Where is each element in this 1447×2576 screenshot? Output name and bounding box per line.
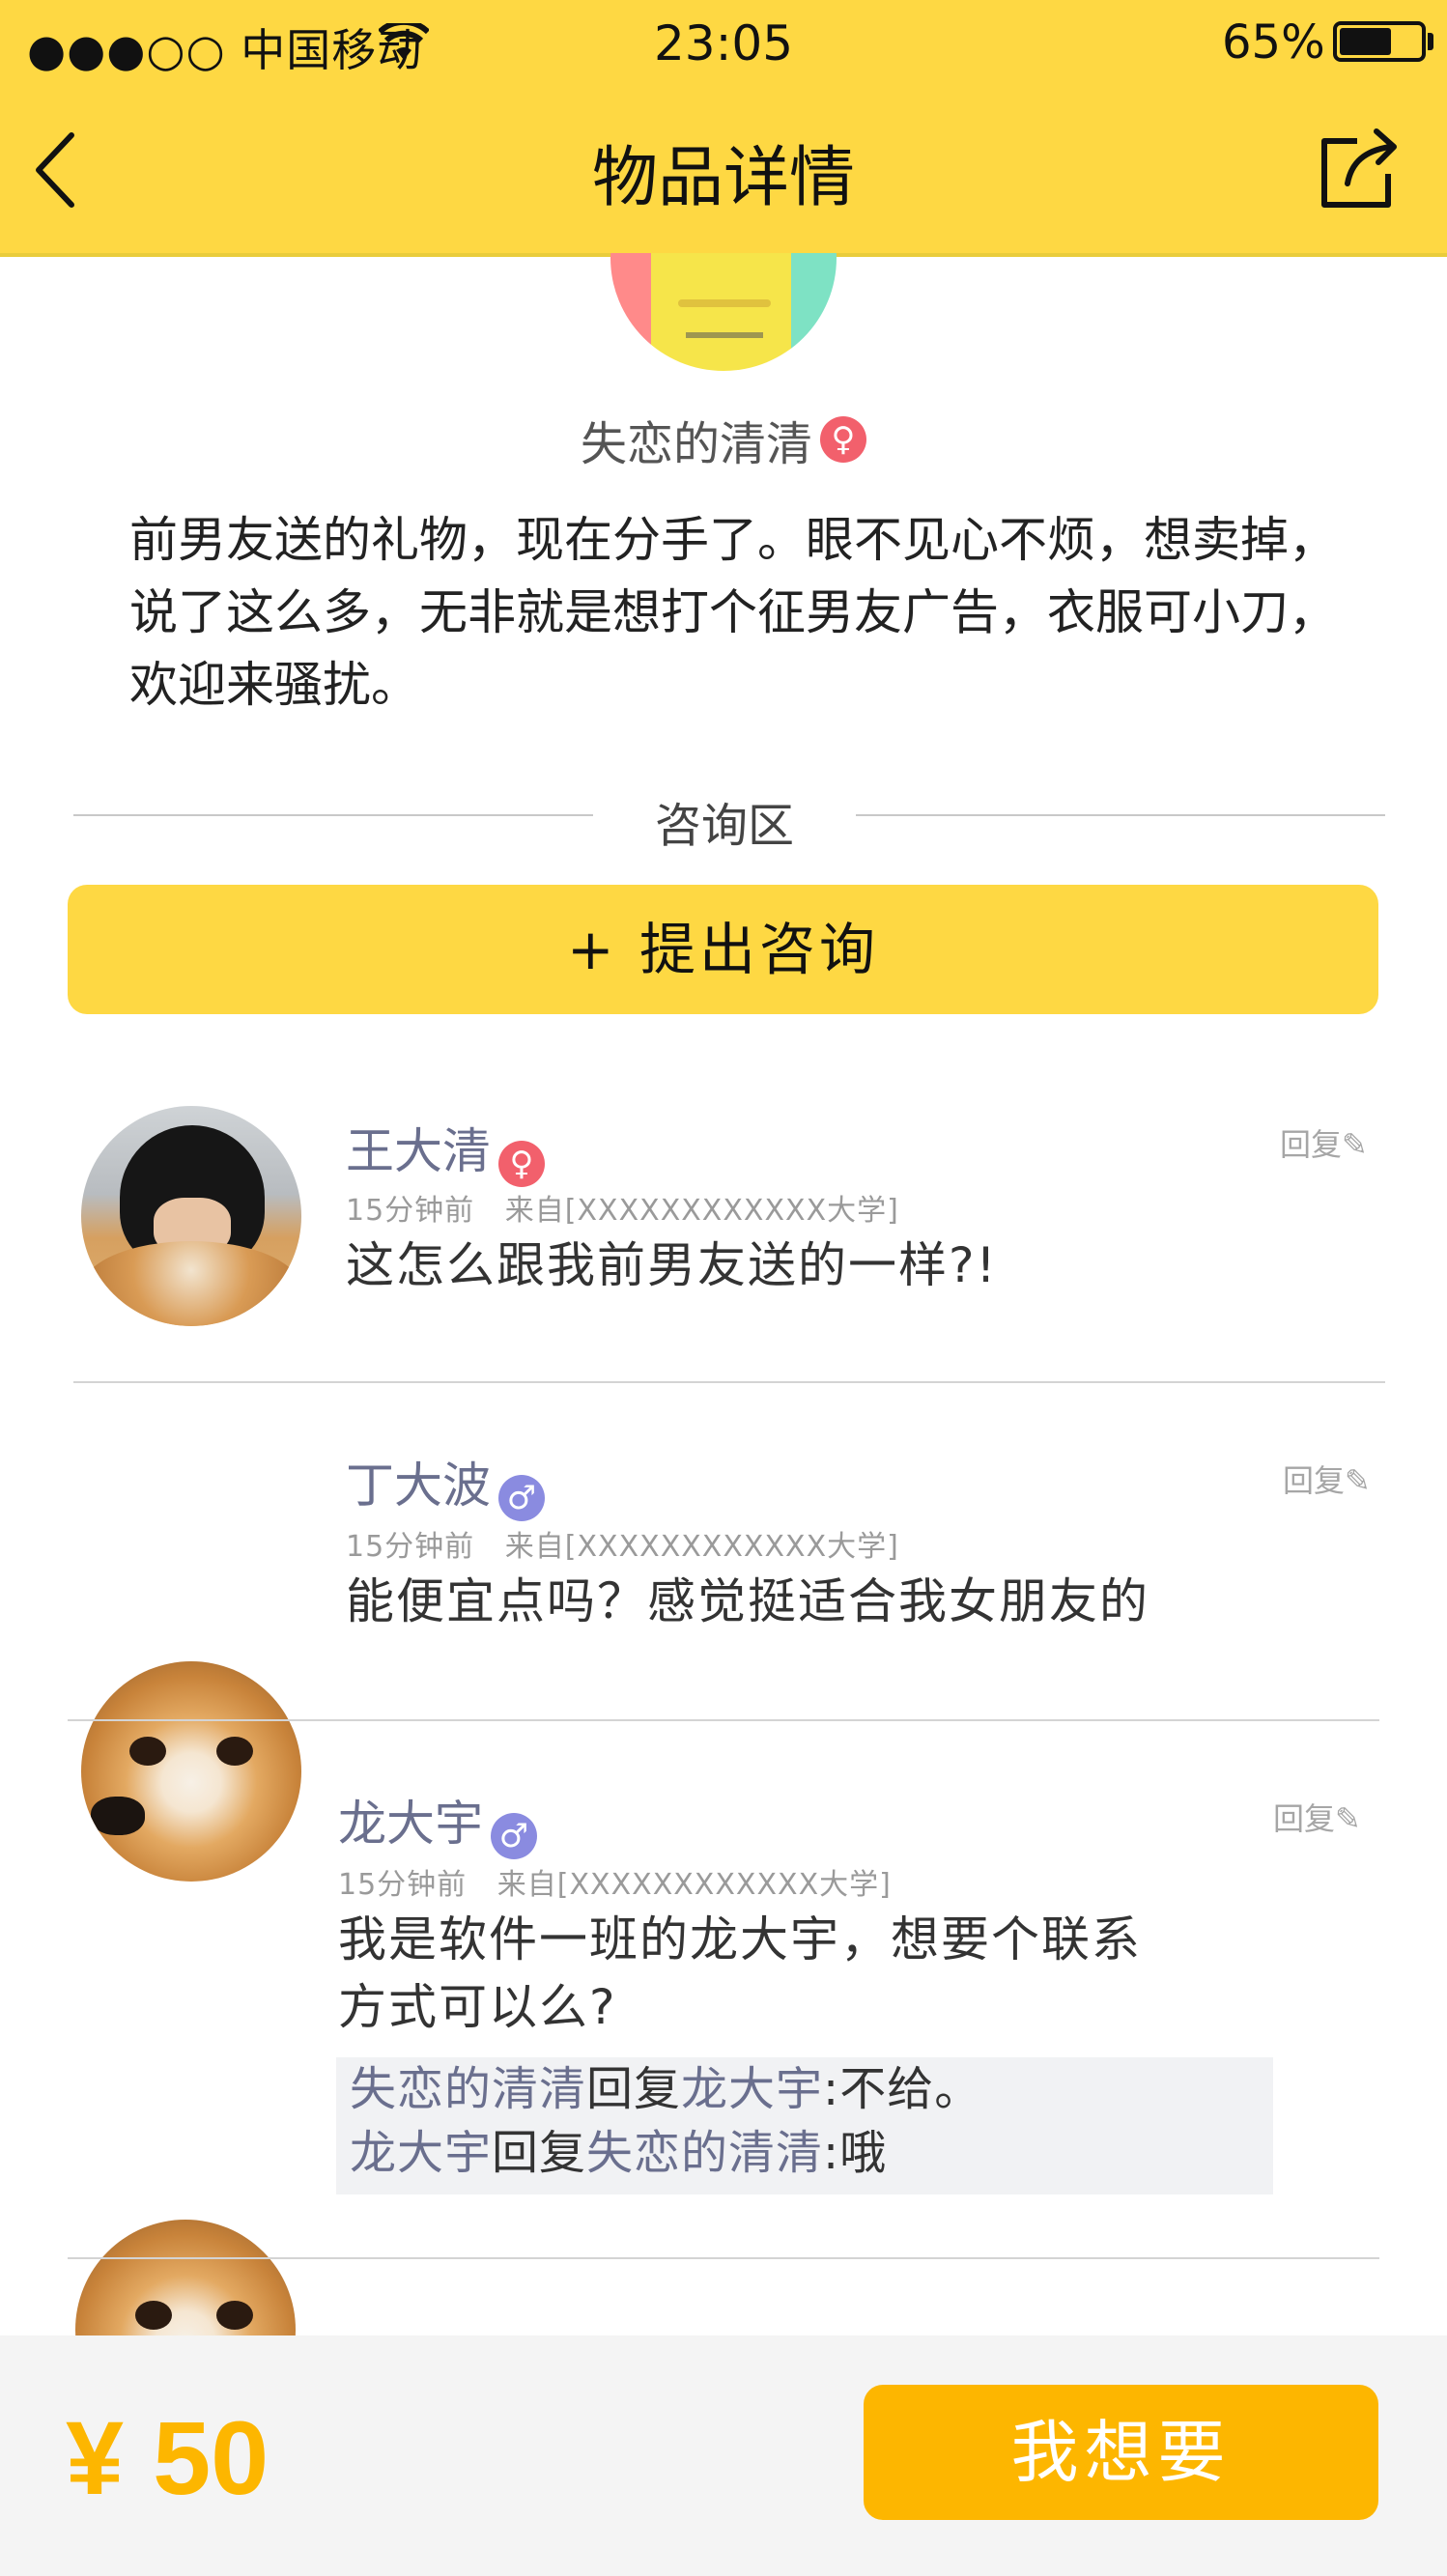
comment-source: 来自[XXXXXXXXXXXX大学] bbox=[504, 1194, 899, 1228]
comment-time: 15分钟前 bbox=[346, 1530, 475, 1564]
comment-time: 15分钟前 bbox=[346, 1194, 475, 1228]
comment-text-line: 我是软件一班的龙大宇，想要个联系 bbox=[338, 1911, 1142, 1967]
comment-separator bbox=[68, 1719, 1379, 1721]
commenter-avatar[interactable] bbox=[81, 1661, 301, 1882]
reply-verb: 回复 bbox=[586, 2062, 682, 2116]
edit-icon: ✎ bbox=[1345, 1462, 1371, 1499]
comment-text: 这怎么跟我前男友送的一样?! bbox=[346, 1237, 998, 1293]
commenter-name[interactable]: 丁大波 bbox=[346, 1458, 491, 1514]
comment-separator bbox=[73, 1381, 1385, 1383]
comment-time: 15分钟前 bbox=[338, 1868, 468, 1902]
male-icon: ♂ bbox=[491, 1812, 537, 1859]
edit-icon: ✎ bbox=[1342, 1126, 1368, 1163]
seller-name[interactable]: 失恋的清清 bbox=[581, 417, 812, 471]
commenter-name[interactable]: 龙大宇 bbox=[338, 1796, 483, 1852]
commenter-name[interactable]: 王大清 bbox=[346, 1123, 491, 1179]
reply-verb: 回复 bbox=[492, 2126, 587, 2180]
female-icon: ♀ bbox=[498, 1140, 545, 1187]
battery-percent: 65% bbox=[1222, 15, 1325, 70]
reply-to[interactable]: 失恋的清清 bbox=[586, 2126, 823, 2180]
commenter-avatar[interactable] bbox=[81, 1106, 301, 1326]
female-icon: ♀ bbox=[820, 416, 866, 463]
reply-item[interactable]: 龙大宇回复失恋的清清:哦 bbox=[336, 2121, 1273, 2185]
reply-item[interactable]: 失恋的清清回复龙大宇:不给。 bbox=[336, 2057, 1273, 2121]
battery-icon bbox=[1333, 21, 1426, 62]
battery-fill bbox=[1340, 28, 1392, 55]
reply-button[interactable]: 回复✎ bbox=[1273, 1795, 1361, 1839]
reply-from[interactable]: 龙大宇 bbox=[350, 2126, 492, 2180]
comment-header: 王大清 ♀ bbox=[346, 1113, 545, 1187]
page-title: 物品详情 bbox=[591, 140, 855, 216]
comment-separator bbox=[68, 2257, 1379, 2259]
comment-text-line: 方式可以么? bbox=[338, 1979, 617, 2035]
reply-from[interactable]: 失恋的清清 bbox=[350, 2062, 586, 2116]
divider-left bbox=[73, 814, 593, 816]
reply-to[interactable]: 龙大宇 bbox=[681, 2062, 823, 2116]
comment-header: 龙大宇 ♂ bbox=[338, 1785, 537, 1859]
share-icon[interactable] bbox=[1319, 124, 1405, 211]
want-button[interactable]: 我想要 bbox=[864, 2385, 1378, 2520]
consult-section-label: 咨询区 bbox=[654, 799, 794, 853]
reply-label: 回复 bbox=[1273, 1800, 1336, 1837]
battery-tip bbox=[1428, 33, 1433, 50]
comment-meta: 15分钟前 来自[XXXXXXXXXXXX大学] bbox=[338, 1860, 892, 1903]
comment-text: 我是软件一班的龙大宇，想要个联系 方式可以么? bbox=[338, 1906, 1207, 2041]
edit-icon: ✎ bbox=[1335, 1800, 1361, 1837]
item-price: ¥ 50 bbox=[66, 2399, 270, 2516]
comment-meta: 15分钟前 来自[XXXXXXXXXXXX大学] bbox=[346, 1186, 899, 1229]
ask-question-button[interactable]: + 提出咨询 bbox=[68, 885, 1378, 1014]
divider-right bbox=[856, 814, 1385, 816]
reply-button[interactable]: 回复✎ bbox=[1283, 1457, 1371, 1501]
comment-text: 能便宜点吗？感觉挺适合我女朋友的 bbox=[346, 1573, 1149, 1629]
seller-row: 失恋的清清 ♀ bbox=[0, 406, 1447, 473]
comment-meta: 15分钟前 来自[XXXXXXXXXXXX大学] bbox=[346, 1522, 899, 1565]
reply-content: :不给。 bbox=[823, 2062, 982, 2116]
comment-source: 来自[XXXXXXXXXXXX大学] bbox=[497, 1868, 892, 1902]
comment-source: 来自[XXXXXXXXXXXX大学] bbox=[504, 1530, 899, 1564]
reply-button[interactable]: 回复✎ bbox=[1280, 1120, 1368, 1165]
reply-label: 回复 bbox=[1280, 1126, 1343, 1163]
comment-header: 丁大波 ♂ bbox=[346, 1447, 545, 1521]
reply-label: 回复 bbox=[1283, 1462, 1346, 1499]
reply-content: :哦 bbox=[823, 2126, 888, 2180]
reply-thread: 失恋的清清回复龙大宇:不给。 龙大宇回复失恋的清清:哦 bbox=[336, 2057, 1273, 2194]
item-description: 前男友送的礼物，现在分手了。眼不见心不烦，想卖掉，说了这么多，无非就是想打个征男… bbox=[129, 512, 1337, 713]
male-icon: ♂ bbox=[498, 1474, 545, 1521]
